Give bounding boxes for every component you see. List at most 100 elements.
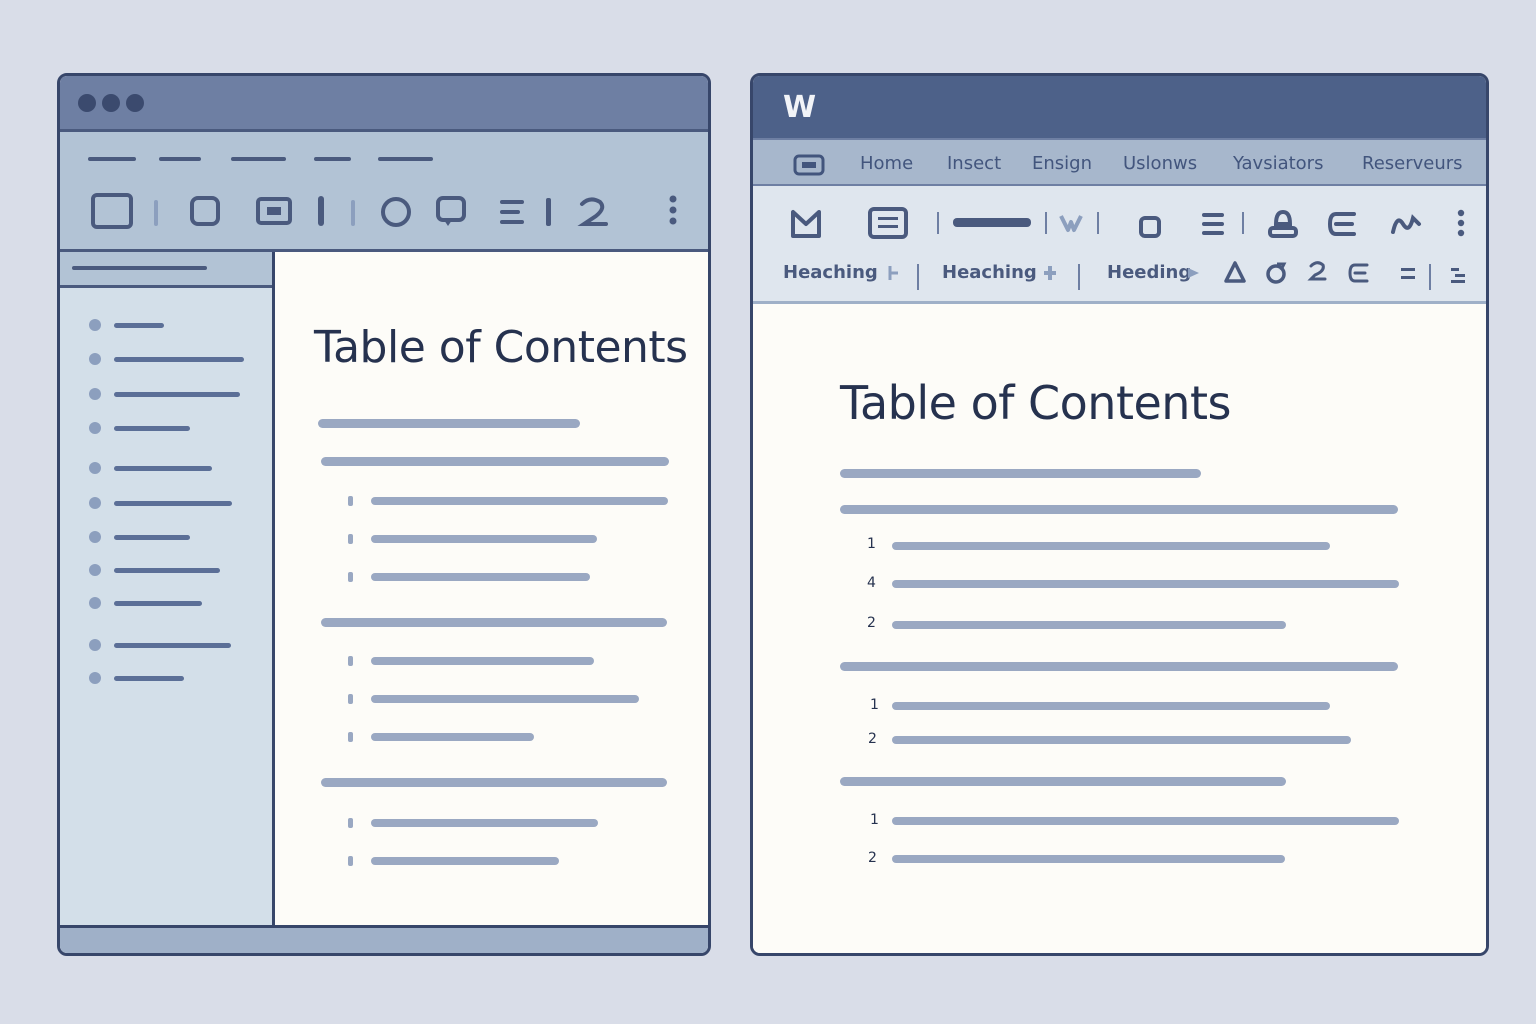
toc-entry-line[interactable] [892,736,1351,744]
close-window-button[interactable] [78,94,96,112]
style-heading-3[interactable]: Heeding [1107,262,1191,283]
right-document-page[interactable]: Table of Contents 1 4 2 1 2 1 2 [753,304,1486,953]
text-box-icon[interactable] [1137,214,1163,240]
navigation-sidebar [60,252,275,928]
bullet-icon [89,531,101,543]
menu-design[interactable]: Ensign [1032,153,1092,174]
toc-entry-line[interactable] [371,819,598,827]
menu-item-4[interactable] [314,157,351,161]
circle-shape-icon[interactable] [378,194,414,230]
ribbon-separator [1097,212,1099,234]
right-title-bar: W [753,76,1486,138]
indent-left-icon[interactable] [1347,262,1371,284]
toolbar-separator-icon [546,198,551,226]
comment-icon[interactable] [434,194,468,230]
clear-format-icon[interactable] [1264,260,1290,286]
toolbar-separator-icon [154,200,158,226]
style-heading-2[interactable]: Heaching [942,262,1037,283]
style-arrow-icon[interactable] [1185,264,1203,282]
mail-icon[interactable] [789,208,823,240]
toc-entry-line[interactable] [892,580,1399,588]
app-logo: W [783,90,817,125]
ribbon-more-icon[interactable] [1456,208,1466,240]
font-selector-icon[interactable] [951,216,1033,230]
left-title-bar [60,76,708,132]
toc-entry-line[interactable] [371,657,594,665]
ribbon-separator [1242,212,1244,234]
menu-insert[interactable]: Insect [947,153,1001,174]
cursor-icon[interactable] [316,196,326,228]
menu-layout[interactable]: Uslonws [1123,153,1197,174]
indent-icon[interactable] [1326,210,1360,238]
menu-bar: Home Insect Ensign Uslonws Yavsiators Re… [753,138,1486,186]
menu-review[interactable]: Reserveurs [1362,153,1463,174]
toc-entry-marker [348,694,353,704]
bullet-icon [89,422,101,434]
left-document-page[interactable]: Table of Contents [278,252,708,928]
menu-references[interactable]: Yavsiators [1233,153,1323,174]
sidebar-header-label [72,266,207,270]
maximize-window-button[interactable] [126,94,144,112]
user-icon[interactable] [1266,208,1300,240]
style-heading-1[interactable]: Heaching [783,262,878,283]
document-icon[interactable] [867,206,909,240]
bullet-icon [89,597,101,609]
toolbar-separator-icon [351,200,355,226]
link-icon[interactable] [1389,210,1423,238]
bullet-icon [89,353,101,365]
toc-heading-line[interactable] [840,777,1286,786]
frame-icon[interactable] [188,194,222,230]
toc-title: Table of Contents [314,322,688,373]
align-icon[interactable] [497,196,527,228]
toc-heading-line[interactable] [321,618,667,627]
toc-entry-number: 4 [867,575,876,591]
line-spacing-icon[interactable] [1449,266,1469,284]
toc-heading-line[interactable] [321,457,669,466]
toc-entry-line[interactable] [371,857,559,865]
style-expand-icon[interactable] [887,264,901,282]
toc-entry-number: 1 [870,812,879,828]
paragraph-align-icon[interactable] [1199,210,1227,238]
menu-home[interactable]: Home [860,153,913,174]
toc-entry-line[interactable] [892,542,1330,550]
shape-triangle-icon[interactable] [1223,260,1247,284]
list-number-icon[interactable] [1307,260,1329,286]
toc-entry-line[interactable] [892,621,1286,629]
toc-entry-line[interactable] [892,702,1330,710]
toc-entry-line[interactable] [371,573,590,581]
toc-subtitle-line [840,469,1201,478]
toc-entry-line[interactable] [892,817,1399,825]
image-icon[interactable] [255,196,293,228]
bullet-icon [89,319,101,331]
bullet-icon [89,639,101,651]
more-options-icon[interactable] [668,194,678,228]
align-justify-icon[interactable] [1399,266,1417,284]
bullet-icon [89,462,101,474]
menu-item-3[interactable] [231,157,286,161]
bullet-icon [89,388,101,400]
toc-heading-line[interactable] [840,505,1398,514]
file-menu-icon[interactable] [793,154,825,176]
style-add-icon[interactable] [1042,264,1058,282]
word-processor-window: W Home Insect Ensign Uslonws Yavsiators … [750,73,1489,956]
toc-entry-line[interactable] [892,855,1285,863]
toc-entry-line[interactable] [371,535,597,543]
toc-entry-line[interactable] [371,733,534,741]
menu-item-2[interactable] [159,157,201,161]
page-icon[interactable] [90,192,134,232]
numbering-icon[interactable] [576,194,610,230]
menu-item-1[interactable] [88,157,136,161]
left-toolbar [60,132,708,252]
toc-entry-marker [348,656,353,666]
toc-heading-line[interactable] [321,778,667,787]
left-status-bar [60,925,708,953]
sidebar-header [60,252,272,288]
minimize-window-button[interactable] [102,94,120,112]
menu-item-5[interactable] [378,157,433,161]
font-size-dropdown-icon[interactable] [1058,212,1084,234]
toc-entry-marker [348,496,353,506]
toc-entry-line[interactable] [371,695,639,703]
bullet-icon [89,672,101,684]
toc-heading-line[interactable] [840,662,1398,671]
toc-entry-line[interactable] [371,497,668,505]
